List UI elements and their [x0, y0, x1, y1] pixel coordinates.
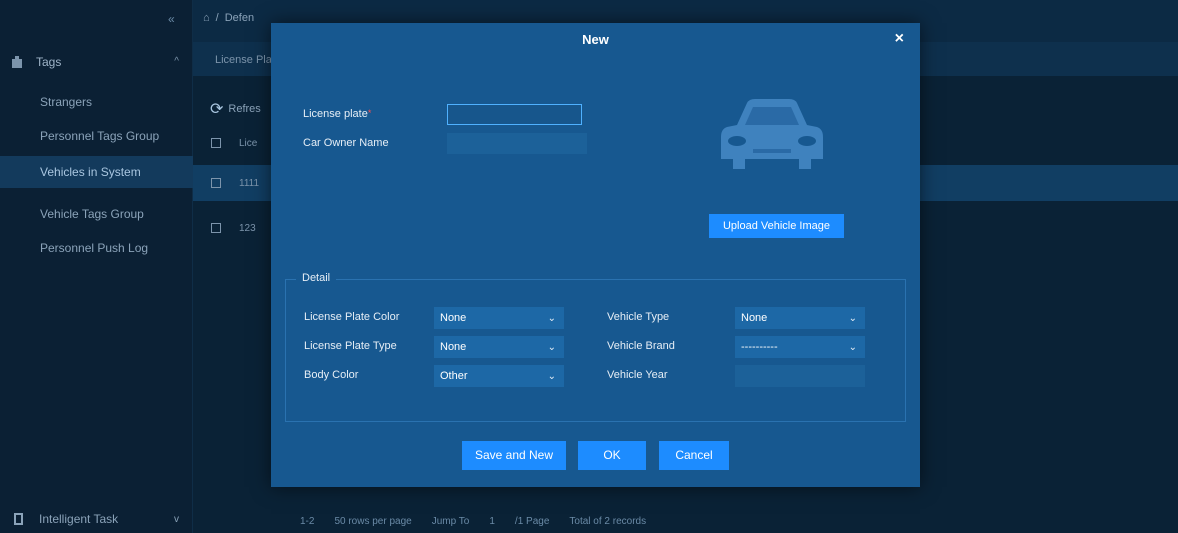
- table-cell: 123: [239, 222, 256, 234]
- tag-icon: [12, 56, 22, 68]
- collapse-sidebar-icon[interactable]: «: [168, 12, 182, 26]
- ok-button[interactable]: OK: [578, 441, 646, 470]
- row-checkbox[interactable]: [211, 178, 221, 188]
- plate-color-value: None: [440, 312, 467, 324]
- body-color-value: Other: [440, 370, 468, 382]
- save-and-new-button[interactable]: Save and New: [462, 441, 566, 470]
- body-color-select[interactable]: Other ⌄: [434, 365, 564, 387]
- dialog-header: New ×: [271, 23, 920, 55]
- vehicle-year-input[interactable]: [735, 365, 865, 387]
- task-icon: [14, 513, 23, 525]
- chevron-down-icon: v: [174, 513, 179, 525]
- vehicle-type-label: Vehicle Type: [607, 311, 670, 323]
- total-records: Total of 2 records: [569, 516, 647, 527]
- page-range: 1-2: [300, 516, 315, 527]
- sidebar-group-tags[interactable]: Tags ^: [0, 47, 193, 77]
- subtab-license-plate[interactable]: License Pla: [215, 54, 272, 66]
- car-owner-input[interactable]: [447, 133, 587, 154]
- vehicle-brand-label: Vehicle Brand: [607, 340, 675, 352]
- chevron-down-icon: ⌄: [547, 313, 556, 324]
- car-image-placeholder-icon: [721, 99, 823, 169]
- pagination: 1-2 50 rows per page Jump To 1 /1 Page T…: [300, 516, 646, 527]
- sidebar-group-label: Tags: [36, 55, 62, 69]
- chevron-down-icon: ⌄: [848, 313, 857, 324]
- refresh-icon: ⟳: [210, 101, 224, 118]
- license-plate-label: License plate*: [303, 108, 371, 120]
- sidebar-item-vehicles-in-system[interactable]: Vehicles in System: [0, 156, 193, 188]
- vehicle-brand-select[interactable]: ---------- ⌄: [735, 336, 865, 358]
- new-vehicle-dialog: New × License plate* Car Owner Name Uplo…: [271, 23, 920, 487]
- vehicle-type-select[interactable]: None ⌄: [735, 307, 865, 329]
- jump-to-label: Jump To: [431, 516, 470, 527]
- plate-color-select[interactable]: None ⌄: [434, 307, 564, 329]
- sidebar-bottom-label: Intelligent Task: [39, 512, 119, 526]
- vehicle-year-label: Vehicle Year: [607, 369, 668, 381]
- refresh-button[interactable]: ⟳ Refres: [210, 99, 261, 119]
- sidebar-group-intelligent-task[interactable]: Intelligent Task v: [0, 505, 193, 533]
- detail-section: Detail License Plate Color None ⌄ Licens…: [285, 272, 906, 422]
- cancel-button[interactable]: Cancel: [659, 441, 729, 470]
- close-icon[interactable]: ×: [895, 30, 904, 48]
- row-checkbox[interactable]: [211, 223, 221, 233]
- chevron-down-icon: ⌄: [547, 342, 556, 353]
- dialog-title: New: [582, 32, 609, 47]
- chevron-down-icon: ⌄: [547, 371, 556, 382]
- refresh-label: Refres: [228, 103, 261, 115]
- chevron-up-icon: ^: [174, 56, 179, 67]
- license-plate-label-text: License plate: [303, 108, 368, 120]
- body-color-label: Body Color: [304, 369, 359, 381]
- plate-type-label: License Plate Type: [304, 340, 397, 352]
- detail-legend: Detail: [296, 272, 337, 284]
- sidebar-item-personnel-push-log[interactable]: Personnel Push Log: [0, 232, 193, 264]
- rows-per-page-select[interactable]: 50 rows per page: [334, 516, 411, 527]
- vehicle-type-value: None: [741, 312, 768, 324]
- plate-type-select[interactable]: None ⌄: [434, 336, 564, 358]
- breadcrumb: ⌂ / Defen: [203, 12, 254, 24]
- jump-to-input[interactable]: 1: [489, 516, 495, 527]
- table-cell: 1111: [239, 177, 260, 189]
- license-plate-input[interactable]: [447, 104, 582, 125]
- plate-color-label: License Plate Color: [304, 311, 400, 323]
- required-mark: *: [367, 108, 372, 118]
- chevron-down-icon: ⌄: [848, 342, 857, 353]
- vehicle-brand-value: ----------: [741, 341, 778, 353]
- upload-vehicle-image-button[interactable]: Upload Vehicle Image: [709, 214, 844, 238]
- page-count: /1 Page: [514, 516, 550, 527]
- sidebar-item-personnel-tags-group[interactable]: Personnel Tags Group: [0, 120, 193, 152]
- select-all-checkbox[interactable]: [211, 138, 221, 148]
- breadcrumb-separator: /: [215, 12, 219, 24]
- sidebar: « Tags ^ Strangers Personnel Tags Group …: [0, 0, 193, 533]
- breadcrumb-item[interactable]: Defen: [225, 12, 254, 24]
- sidebar-item-vehicle-tags-group[interactable]: Vehicle Tags Group: [0, 198, 193, 230]
- car-owner-label: Car Owner Name: [303, 137, 389, 149]
- sidebar-item-strangers[interactable]: Strangers: [0, 86, 193, 118]
- plate-type-value: None: [440, 341, 467, 353]
- home-icon[interactable]: ⌂: [203, 12, 210, 24]
- column-header-license: Lice: [239, 137, 258, 149]
